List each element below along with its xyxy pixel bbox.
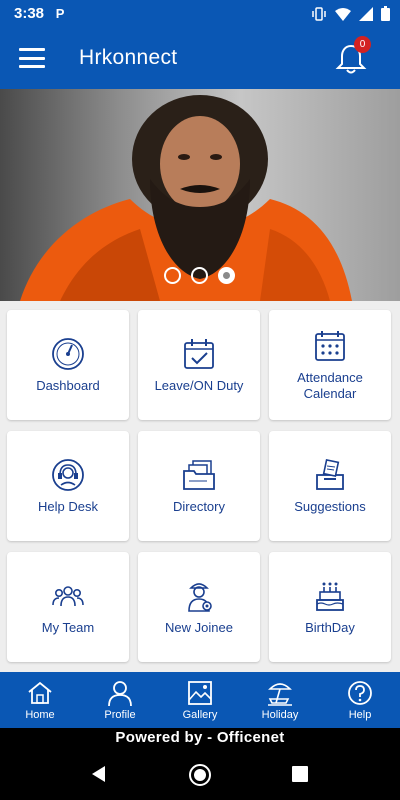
signal-icon: [359, 6, 373, 21]
tile-birthday[interactable]: BirthDay: [269, 552, 391, 662]
tile-label: Suggestions: [294, 499, 366, 514]
tile-directory[interactable]: Directory: [138, 431, 260, 541]
notification-bell-button[interactable]: 0: [334, 36, 371, 76]
status-bar: 3:38 P: [0, 0, 400, 27]
app-bar: Hrkonnect 0: [0, 27, 400, 89]
nav-label: Home: [25, 709, 55, 721]
vibrate-icon: [312, 6, 326, 21]
gallery-icon: [188, 681, 212, 705]
notification-count-badge: 0: [354, 36, 371, 53]
tile-label: Leave/ON Duty: [154, 378, 244, 393]
carousel-dot-1[interactable]: [164, 267, 181, 284]
tile-attendance-calendar[interactable]: Attendance Calendar: [269, 310, 391, 420]
nav-gallery[interactable]: Gallery: [160, 672, 240, 728]
tile-new-joinee[interactable]: New Joinee: [138, 552, 260, 662]
wifi-icon: [335, 7, 351, 21]
tile-label: BirthDay: [305, 620, 355, 635]
nav-holiday[interactable]: Holiday: [240, 672, 320, 728]
calendar-check-icon: [184, 339, 214, 369]
recents-button-icon[interactable]: [292, 766, 308, 782]
tile-leave-on-duty[interactable]: Leave/ON Duty: [138, 310, 260, 420]
nav-label: Gallery: [182, 709, 218, 721]
carousel-dot-3[interactable]: [218, 267, 235, 284]
status-time: 3:38: [14, 5, 45, 22]
parking-notification-icon: P: [55, 6, 65, 21]
tile-help-desk[interactable]: Help Desk: [7, 431, 129, 541]
carousel-indicator: [164, 267, 235, 284]
nav-home[interactable]: Home: [0, 672, 80, 728]
headset-icon: [52, 459, 84, 491]
powered-by-footer: Powered by - Officenet: [0, 728, 400, 750]
gauge-icon: [52, 338, 84, 370]
folder-directory-icon: [183, 460, 215, 490]
tile-label: Attendance Calendar: [297, 370, 363, 401]
nav-help[interactable]: Help: [320, 672, 400, 728]
carousel-dot-2[interactable]: [191, 267, 208, 284]
tile-label: Directory: [172, 499, 225, 514]
back-button-icon[interactable]: [90, 765, 108, 783]
nav-label: Holiday: [261, 709, 299, 721]
nav-profile[interactable]: Profile: [80, 672, 160, 728]
menu-grid: Dashboard Leave/ON Duty Attendance Calen…: [7, 310, 393, 662]
tile-my-team[interactable]: My Team: [7, 552, 129, 662]
tile-suggestions[interactable]: Suggestions: [269, 431, 391, 541]
team-icon: [52, 586, 84, 607]
birthday-cake-icon: [316, 582, 344, 611]
profile-icon: [108, 681, 132, 707]
system-navigation-bar: [0, 750, 400, 800]
suggestion-box-icon: [316, 458, 344, 490]
holiday-icon: [268, 683, 292, 706]
home-button-icon[interactable]: [188, 763, 212, 787]
calendar-grid-icon: [315, 331, 345, 361]
status-icons: [311, 6, 390, 22]
battery-icon: [381, 6, 390, 21]
hamburger-menu-icon[interactable]: [19, 48, 45, 68]
bottom-navigation: Home Profile Gallery Holiday Help: [0, 672, 400, 728]
nav-label: Profile: [104, 709, 136, 721]
nav-label: Help: [348, 709, 372, 721]
banner-carousel[interactable]: [0, 89, 400, 301]
tile-label: Dashboard: [36, 378, 100, 393]
tile-label: My Team: [41, 620, 95, 635]
tile-label: New Joinee: [165, 620, 233, 635]
help-icon: [348, 681, 372, 705]
tile-label: Help Desk: [38, 499, 98, 514]
new-joinee-icon: [188, 583, 212, 612]
home-icon: [28, 681, 52, 704]
app-title: Hrkonnect: [79, 46, 178, 69]
tile-dashboard[interactable]: Dashboard: [7, 310, 129, 420]
